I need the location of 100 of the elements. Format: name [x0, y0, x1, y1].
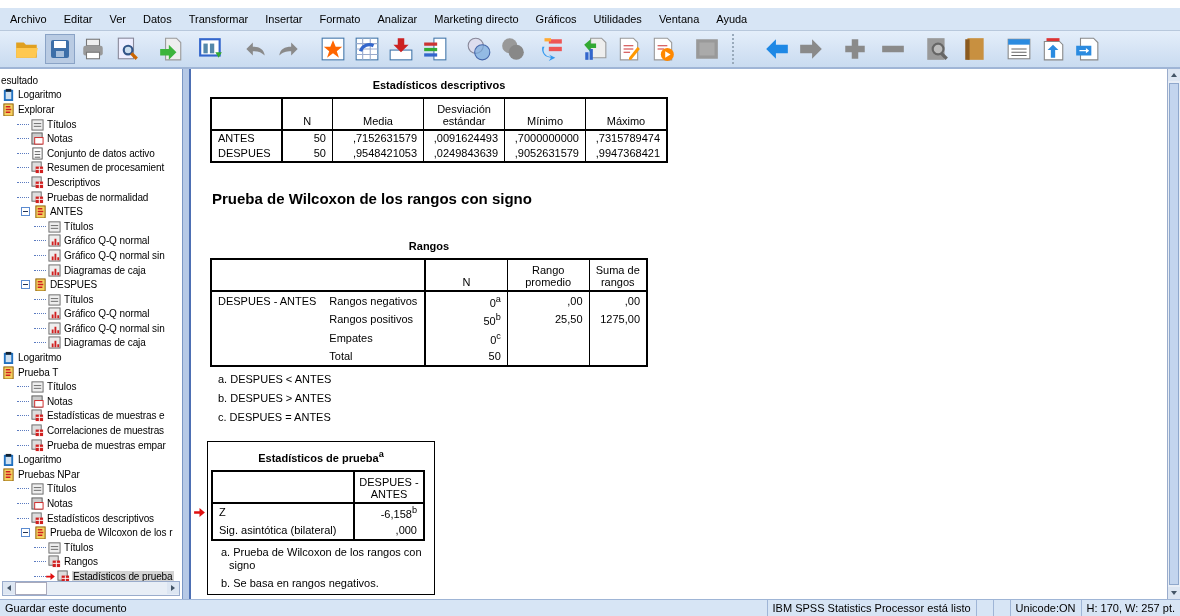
menu-item[interactable]: Marketing directo	[434, 13, 519, 25]
table-icon	[31, 409, 44, 423]
outline-item[interactable]: Prueba de Wilcoxon de los r	[49, 527, 174, 539]
table-cell: 25,50	[554, 313, 583, 326]
log-icon	[2, 88, 15, 102]
folder-icon	[34, 526, 47, 540]
menu-item[interactable]: Gráficos	[535, 13, 577, 25]
menu-item[interactable]: Ventana	[658, 13, 700, 25]
outline-item[interactable]: Prueba de muestras empar	[46, 439, 167, 451]
column-header: N	[425, 259, 508, 291]
table-cell: ,7000000000	[504, 130, 586, 146]
table-cell: 50$^{b}$	[483, 315, 501, 328]
outline-item[interactable]: Títulos	[46, 483, 78, 495]
menu-item[interactable]: Ayuda	[716, 13, 748, 25]
table-icon	[48, 555, 61, 569]
menu-item[interactable]: Insertar	[265, 13, 303, 25]
outline-item[interactable]: Logaritmo	[17, 89, 63, 101]
outline-item[interactable]: Prueba T	[17, 366, 60, 378]
menu-item[interactable]: Analizar	[377, 13, 418, 25]
pane-splitter[interactable]	[183, 69, 191, 599]
table-arrow-icon[interactable]	[354, 36, 380, 62]
download-table-icon[interactable]	[388, 36, 414, 62]
menu-item[interactable]: Archivo	[10, 13, 47, 25]
star-table-icon[interactable]	[320, 36, 346, 62]
status-text: IBM SPSS Statistics Processor está listo	[766, 600, 976, 616]
scroll-down-icon[interactable]	[1168, 587, 1180, 599]
outline-item[interactable]: Gráfico Q-Q normal	[63, 235, 151, 247]
scroll-thumb[interactable]	[1169, 83, 1179, 585]
column-header: Suma de rangos	[589, 259, 647, 291]
footnote: c. DESPUES = ANTES	[218, 409, 332, 425]
outline-item[interactable]: Estadísticas de muestras e	[46, 410, 166, 422]
outline-item[interactable]: Notas	[46, 395, 74, 407]
menu-item[interactable]: Ver	[109, 13, 126, 25]
outline-item[interactable]: Diagramas de caja	[63, 264, 147, 276]
outline-item[interactable]: ANTES	[49, 206, 84, 218]
column-header: N	[281, 98, 333, 130]
outline-item[interactable]: Gráfico Q-Q normal sin	[63, 249, 166, 261]
row-label: ANTES	[211, 130, 282, 146]
expander-icon[interactable]	[21, 280, 30, 290]
outline-item[interactable]: Pruebas NPar	[17, 468, 81, 480]
outline-item[interactable]: Notas	[46, 133, 74, 145]
column-header: DESPUES - ANTES	[354, 470, 424, 503]
dropdown-window-icon[interactable]	[1006, 36, 1032, 62]
menu-item[interactable]: Transformar	[188, 13, 249, 25]
outline-item[interactable]: esultado	[0, 74, 39, 86]
bars-table-icon[interactable]	[422, 36, 448, 62]
save-icon[interactable]	[46, 35, 74, 63]
table-cell: -6,158$^{b}$	[380, 508, 417, 521]
plus-icon[interactable]	[842, 36, 868, 62]
outline-item[interactable]: Pruebas de normalidad	[46, 191, 150, 203]
table-icon	[57, 570, 70, 581]
row-label: Sig. asintótica (bilateral)	[212, 522, 354, 541]
outline-item[interactable]: Títulos	[46, 381, 78, 393]
row-label: Total	[329, 349, 353, 362]
table-cell: 50	[281, 146, 333, 162]
outline-item[interactable]: Explorar	[17, 104, 56, 115]
square-icon[interactable]	[694, 36, 720, 62]
table-cell: ,000	[395, 524, 417, 537]
outline-item[interactable]: Títulos	[63, 541, 95, 553]
outline-item[interactable]: Conjunto de datos activo	[46, 147, 156, 159]
chart-document-icon[interactable]	[582, 36, 608, 62]
outline-item[interactable]: Logaritmo	[17, 454, 63, 466]
outline-item[interactable]: Notas	[46, 498, 74, 509]
outline-item[interactable]: Títulos	[46, 118, 78, 130]
outline-item[interactable]: Rangos	[63, 556, 99, 568]
folder-icon	[2, 103, 15, 116]
outline-item[interactable]: Descriptivos	[46, 176, 102, 188]
menu-item[interactable]: Formato	[319, 13, 361, 25]
outline-item[interactable]: Títulos	[63, 293, 95, 305]
menu-item[interactable]: Editar	[63, 13, 93, 25]
menu-item[interactable]: Utilidades	[593, 13, 642, 25]
table-cell: 0$^{c}$	[490, 333, 501, 346]
print-icon[interactable]	[80, 36, 106, 62]
chart-icon	[48, 263, 61, 277]
scroll-thumb[interactable]	[15, 582, 47, 595]
outline-item[interactable]: Logaritmo	[17, 352, 63, 364]
export-icon[interactable]	[158, 36, 184, 62]
scroll-right-icon[interactable]	[167, 582, 179, 594]
document-arrow-icon[interactable]	[1074, 36, 1100, 62]
circles-icon[interactable]	[466, 36, 492, 62]
expander-icon[interactable]	[21, 528, 30, 538]
expander-icon[interactable]	[21, 207, 30, 217]
column-header: Rango promedio	[507, 259, 589, 291]
footnote: b. DESPUES > ANTES	[218, 390, 333, 406]
outline-item[interactable]: Gráfico Q-Q normal sin	[63, 322, 166, 334]
outline-item[interactable]: Diagramas de caja	[63, 337, 147, 349]
circles-icon[interactable]	[500, 36, 526, 62]
scroll-left-icon[interactable]	[3, 582, 15, 594]
magnifier-icon[interactable]	[924, 36, 950, 62]
outline-item[interactable]: Estadísticos descriptivos	[46, 512, 155, 524]
outline-item[interactable]: Resumen de procesamient	[46, 162, 166, 174]
outline-item[interactable]: DESPUES	[49, 279, 99, 291]
vertical-scrollbar[interactable]	[1167, 69, 1180, 599]
menu-item[interactable]: Datos	[142, 13, 172, 25]
scroll-up-icon[interactable]	[1168, 69, 1180, 81]
outline-item[interactable]: Correlaciones de muestras	[46, 425, 165, 437]
footnote: b. Se basa en rangos negativos.	[220, 577, 380, 591]
horizontal-scrollbar[interactable]	[2, 581, 180, 596]
outline-item[interactable]: Títulos	[63, 220, 95, 232]
outline-item[interactable]: Gráfico Q-Q normal	[63, 308, 151, 320]
